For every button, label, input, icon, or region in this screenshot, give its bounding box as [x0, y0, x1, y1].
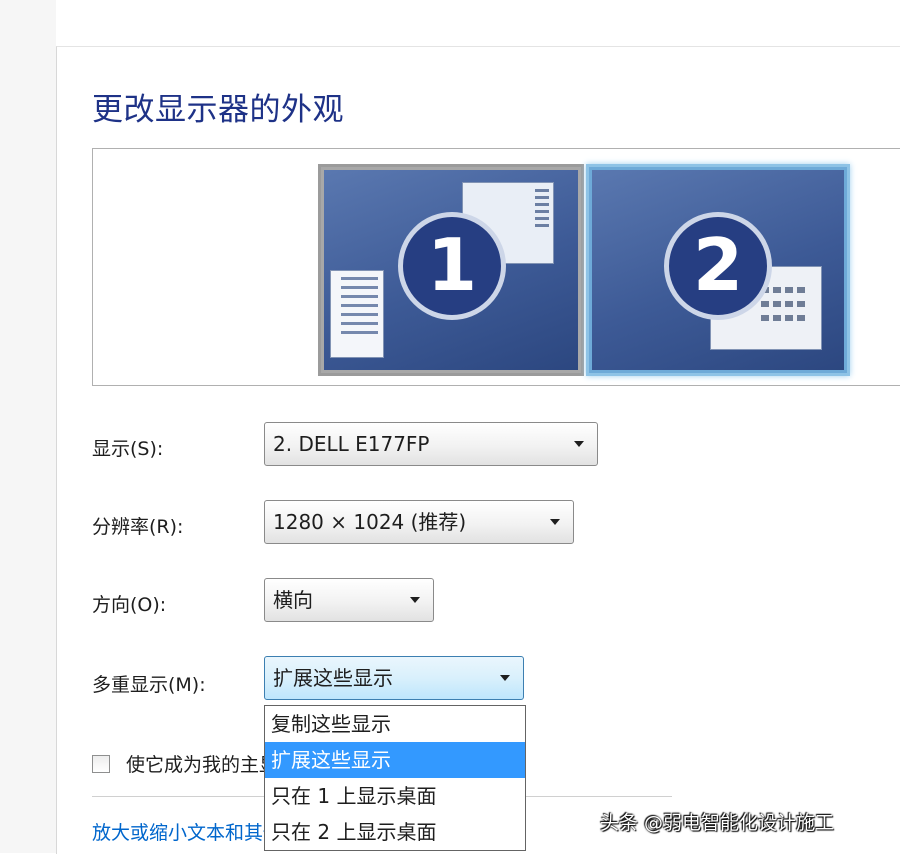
multiple-displays-value: 扩展这些显示	[273, 666, 393, 690]
orientation-value: 横向	[273, 588, 313, 612]
multiple-displays-options: 复制这些显示 扩展这些显示 只在 1 上显示桌面 只在 2 上显示桌面	[264, 705, 526, 851]
orientation-dropdown[interactable]: 横向	[264, 578, 434, 622]
option-duplicate[interactable]: 复制这些显示	[265, 706, 525, 742]
chevron-down-icon	[410, 597, 420, 603]
text-size-link[interactable]: 放大或缩小文本和其他项目	[92, 818, 264, 845]
page-title: 更改显示器的外观	[92, 92, 344, 128]
monitor-number-badge: 2	[664, 212, 772, 320]
resolution-dropdown[interactable]: 1280 × 1024 (推荐)	[264, 500, 574, 544]
chevron-down-icon	[574, 441, 584, 447]
resolution-value: 1280 × 1024 (推荐)	[273, 510, 467, 534]
monitor-1[interactable]: 1	[318, 164, 584, 376]
chevron-down-icon	[550, 519, 560, 525]
multiple-displays-dropdown[interactable]: 扩展这些显示	[264, 656, 524, 700]
background-edge	[0, 0, 56, 853]
orientation-label: 方向(O):	[92, 594, 167, 616]
resolution-label: 分辨率(R):	[92, 516, 184, 538]
option-only-2[interactable]: 只在 2 上显示桌面	[265, 814, 525, 850]
monitor-2-screen: 2	[592, 170, 844, 370]
display-value: 2. DELL E177FP	[273, 432, 430, 456]
primary-display-checkbox[interactable]	[92, 755, 110, 773]
display-dropdown[interactable]: 2. DELL E177FP	[264, 422, 598, 466]
primary-display-label: 使它成为我的主显示器	[126, 754, 264, 776]
option-extend[interactable]: 扩展这些显示	[265, 742, 525, 778]
monitor-number-badge: 1	[398, 212, 506, 320]
monitor-1-screen: 1	[324, 170, 578, 370]
chevron-down-icon	[500, 675, 510, 681]
monitor-2[interactable]: 2	[586, 164, 850, 376]
start-menu-thumbnail	[330, 270, 384, 358]
watermark: 头条 @弱电智能化设计施工	[600, 812, 835, 834]
multiple-displays-label: 多重显示(M):	[92, 674, 206, 696]
option-only-1[interactable]: 只在 1 上显示桌面	[265, 778, 525, 814]
display-label: 显示(S):	[92, 438, 164, 460]
